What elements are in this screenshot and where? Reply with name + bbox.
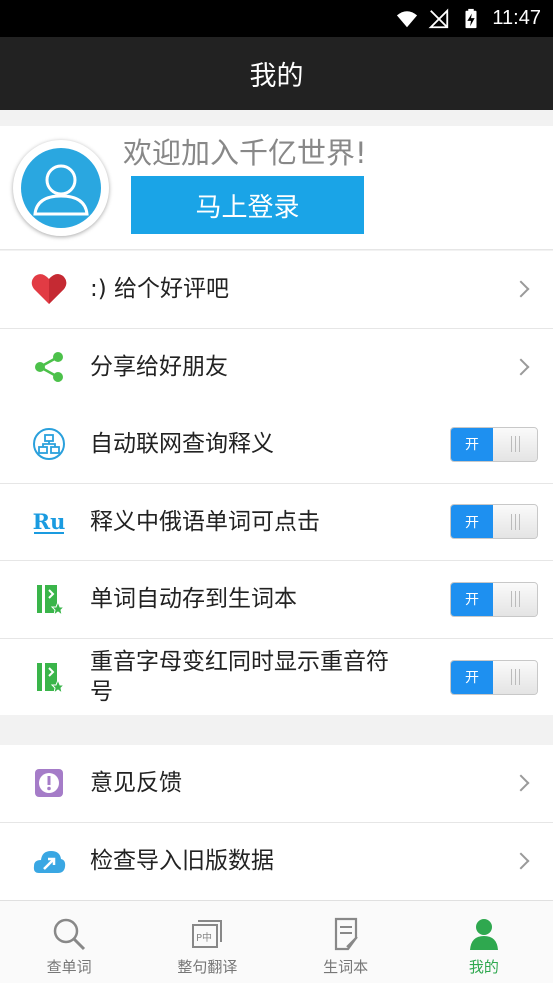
chevron-right-icon xyxy=(512,358,530,376)
list-item-label: 意见反馈 xyxy=(90,770,182,797)
list-item-label: :) 给个好评吧 xyxy=(90,276,230,303)
section-divider xyxy=(0,715,553,745)
tab-label: 我的 xyxy=(468,958,499,976)
wordbook-icon xyxy=(31,659,67,695)
welcome-text: 欢迎加入千亿世界! xyxy=(123,136,367,170)
toggle-on-label: 开 xyxy=(451,505,493,539)
avatar[interactable] xyxy=(13,140,109,236)
auto-online-lookup-toggle[interactable]: 开 xyxy=(450,426,538,462)
page-title: 我的 xyxy=(249,61,304,92)
wifi-icon xyxy=(397,10,418,27)
list-item-label: 重音字母变红同时显示重音符号 xyxy=(90,649,389,706)
list-item-auto-online-lookup: 自动联网查询释义 开 xyxy=(0,406,553,484)
import-icon xyxy=(31,843,67,879)
list-item-stress-marks: 重音字母变红同时显示重音符号 开 xyxy=(0,639,553,717)
chevron-right-icon xyxy=(512,280,530,298)
feedback-icon xyxy=(31,765,67,801)
list-item-rate[interactable]: :) 给个好评吧 xyxy=(0,251,553,329)
network-icon xyxy=(31,426,67,462)
chevron-right-icon xyxy=(512,852,530,870)
russian-clickable-toggle[interactable]: 开 xyxy=(450,504,538,540)
tab-sentence-translate[interactable]: P中 整句翻译 xyxy=(138,901,276,983)
list-item-label: 释义中俄语单词可点击 xyxy=(90,508,320,535)
search-icon xyxy=(50,915,88,953)
login-button[interactable]: 马上登录 xyxy=(131,176,364,234)
list-item-label: 单词自动存到生词本 xyxy=(90,586,297,613)
toggle-on-label: 开 xyxy=(451,582,493,616)
tab-wordbook[interactable]: 生词本 xyxy=(277,901,415,983)
person-icon xyxy=(465,915,503,953)
wordbook-icon xyxy=(31,581,67,617)
share-icon xyxy=(31,349,67,385)
notebook-icon xyxy=(327,915,365,953)
toggle-on-label: 开 xyxy=(451,427,493,461)
ru-icon: Ru xyxy=(32,509,66,535)
stress-marks-toggle[interactable]: 开 xyxy=(450,659,538,695)
list-group-rate-share: :) 给个好评吧 分享给好朋友 xyxy=(0,251,553,406)
tab-label: 查单词 xyxy=(46,958,92,976)
list-item-label: 分享给好朋友 xyxy=(90,354,228,381)
list-item-auto-save-wordbook: 单词自动存到生词本 开 xyxy=(0,561,553,639)
status-bar: 11:47 xyxy=(0,0,553,37)
bottom-nav: 查单词 P中 整句翻译 生词本 我的 xyxy=(0,900,553,983)
list-item-share[interactable]: 分享给好朋友 xyxy=(0,329,553,407)
tab-mine[interactable]: 我的 xyxy=(415,901,553,983)
list-item-import-old-data[interactable]: 检查导入旧版数据 xyxy=(0,823,553,901)
list-group-settings: 自动联网查询释义 开 Ru 释义中俄语单词可点击 开 单词自动存到生词本 开 重… xyxy=(0,406,553,716)
heart-icon xyxy=(31,271,67,307)
list-group-feedback: 意见反馈 检查导入旧版数据 xyxy=(0,745,553,900)
list-item-label: 检查导入旧版数据 xyxy=(90,848,274,875)
user-avatar-icon xyxy=(33,164,89,216)
tab-label: 生词本 xyxy=(323,958,369,976)
list-item-label: 自动联网查询释义 xyxy=(90,431,274,458)
profile-section: 欢迎加入千亿世界! 马上登录 xyxy=(0,126,553,250)
svg-text:P中: P中 xyxy=(196,931,212,944)
app-header: 我的 xyxy=(0,37,553,110)
translate-icon: P中 xyxy=(188,915,226,953)
list-item-feedback[interactable]: 意见反馈 xyxy=(0,745,553,823)
tab-label: 整句翻译 xyxy=(177,958,238,976)
tab-lookup-word[interactable]: 查单词 xyxy=(0,901,138,983)
battery-charging-icon xyxy=(465,8,477,28)
status-time: 11:47 xyxy=(492,7,541,29)
chevron-right-icon xyxy=(512,774,530,792)
toggle-on-label: 开 xyxy=(451,660,493,694)
list-item-russian-clickable: Ru 释义中俄语单词可点击 开 xyxy=(0,484,553,561)
auto-save-wordbook-toggle[interactable]: 开 xyxy=(450,581,538,617)
no-signal-icon xyxy=(428,8,449,28)
